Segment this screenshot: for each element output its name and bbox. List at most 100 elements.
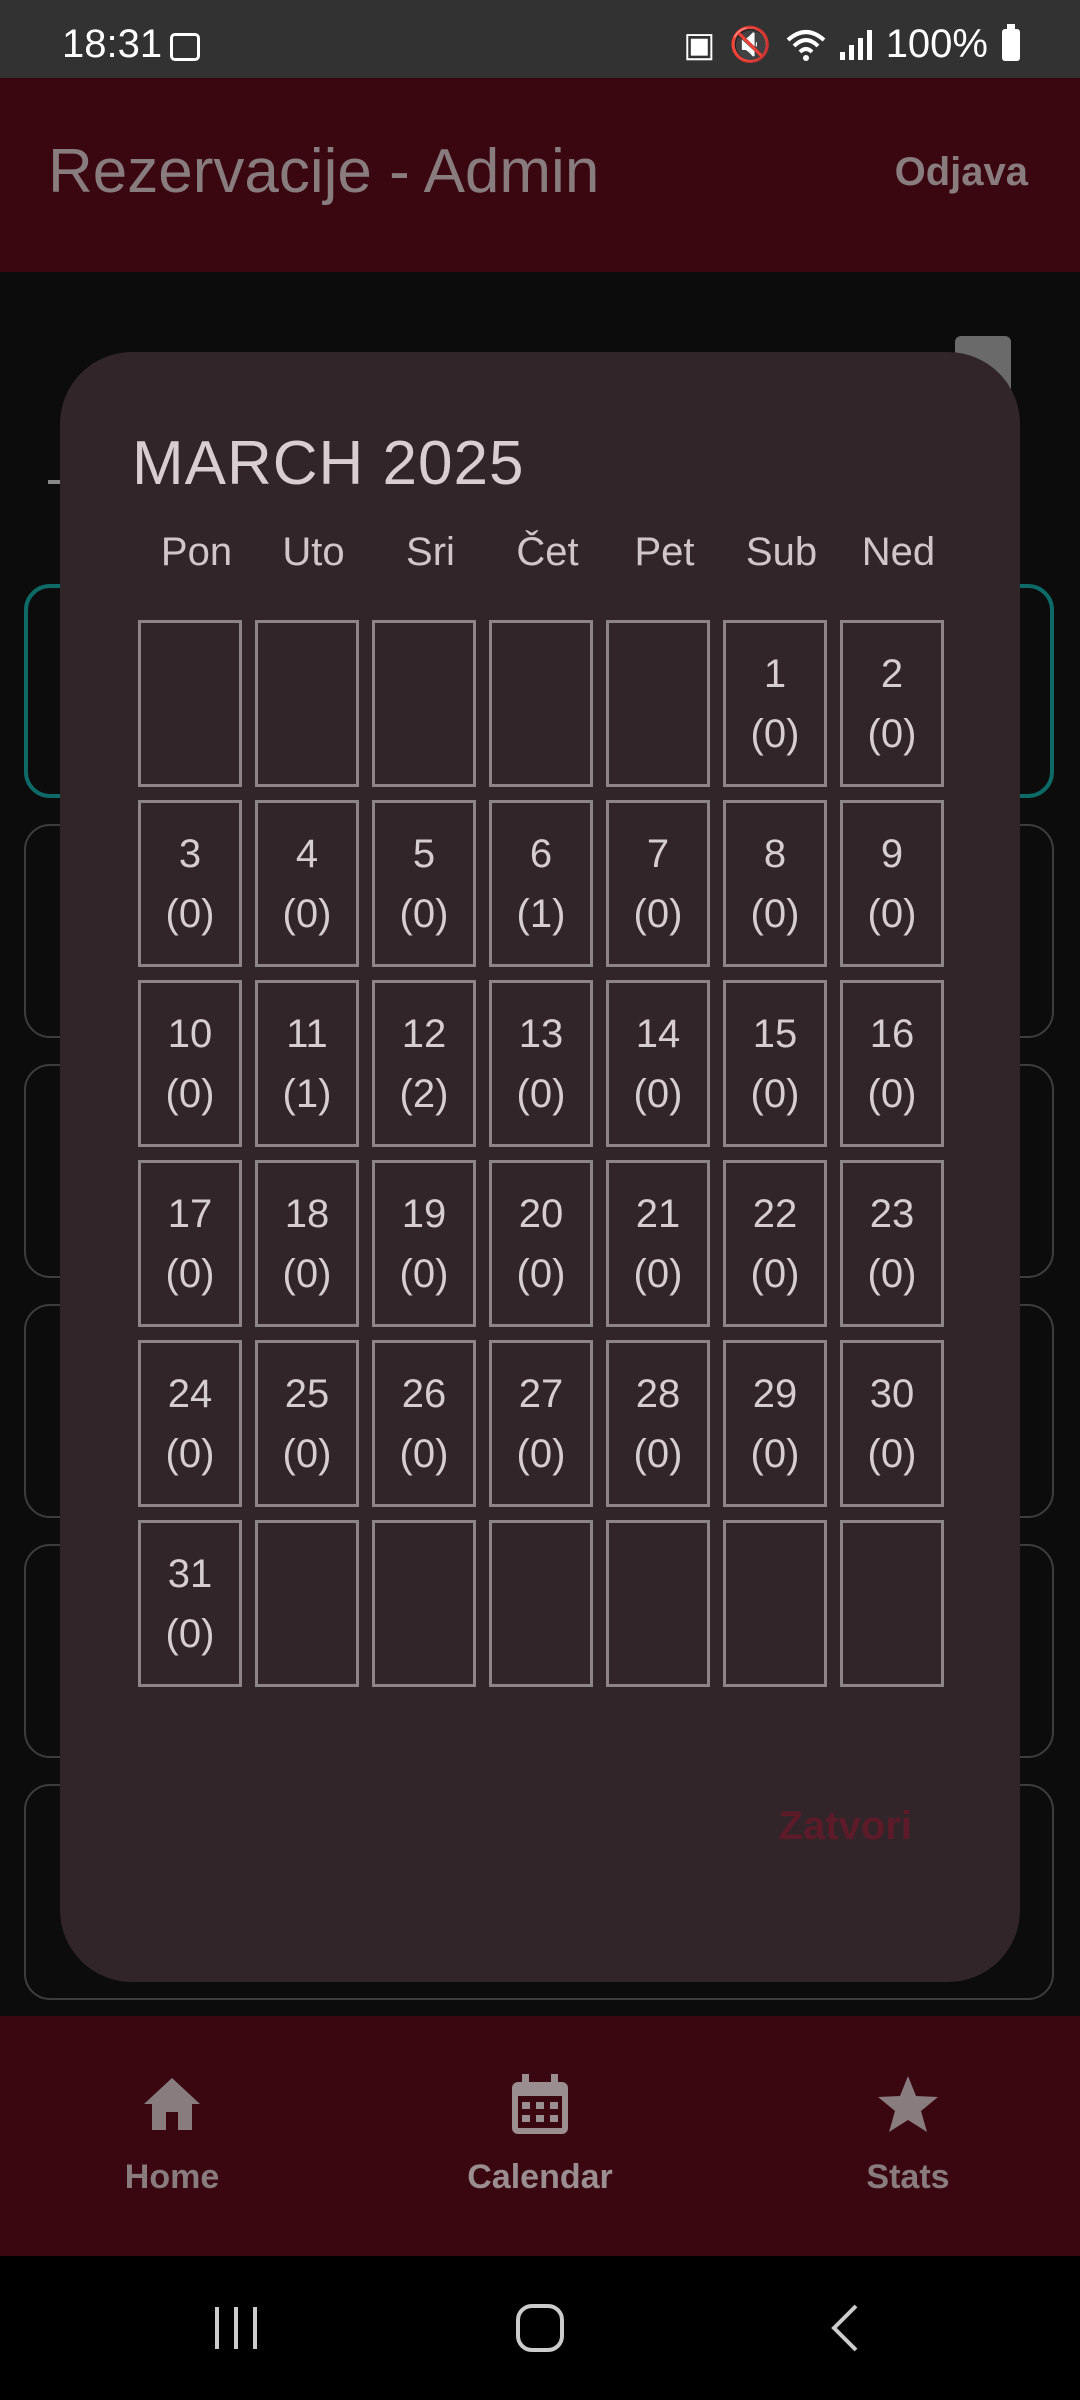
reservation-count: (0) [282,1251,332,1296]
day-number: 28 [635,1371,681,1416]
reservation-count: (0) [282,1431,332,1476]
reservation-count: (0) [282,891,332,936]
close-button[interactable]: Zatvori [779,1804,912,1849]
reservation-count: (0) [165,891,215,936]
calendar-week-row: 1 (0) 2 (0) [138,620,958,787]
reservation-count: (0) [165,1251,215,1296]
day-number: 27 [518,1371,564,1416]
calendar-empty-cell [489,620,593,787]
weekday-label: Ned [861,530,936,574]
calendar-day-cell[interactable]: 4 (0) [255,800,359,967]
day-number: 24 [167,1371,213,1416]
reservation-count: (0) [633,1251,683,1296]
calendar-week-row: 3 (0) 4 (0) 5 (0) 6 (1) 7 (0) 8 (0) 9 (0) [138,800,958,967]
calendar-empty-cell [138,620,242,787]
weekday-label: Sub [745,530,818,574]
reservation-count: (0) [633,1431,683,1476]
weekday-label: Pet [634,530,695,574]
day-number: 29 [752,1371,798,1416]
day-number: 21 [635,1191,681,1236]
day-number: 3 [178,831,202,876]
calendar-day-cell[interactable]: 13 (0) [489,980,593,1147]
day-number: 7 [646,831,670,876]
calendar-day-cell[interactable]: 25 (0) [255,1340,359,1507]
calendar-day-cell[interactable]: 26 (0) [372,1340,476,1507]
calendar-day-cell[interactable]: 21 (0) [606,1160,710,1327]
calendar-empty-cell [255,620,359,787]
calendar-day-cell[interactable]: 24 (0) [138,1340,242,1507]
calendar-day-cell[interactable]: 10 (0) [138,980,242,1147]
reservation-count: (0) [516,1431,566,1476]
calendar-day-cell[interactable]: 9 (0) [840,800,944,967]
reservation-count: (1) [516,891,566,936]
day-number: 15 [752,1011,798,1056]
reservation-count: (0) [750,891,800,936]
reservation-count: (0) [165,1071,215,1116]
reservation-count: (2) [399,1071,449,1116]
calendar-empty-cell [255,1520,359,1687]
calendar-empty-cell [840,1520,944,1687]
calendar-day-cell[interactable]: 14 (0) [606,980,710,1147]
reservation-count: (0) [165,1431,215,1476]
reservation-count: (0) [750,1431,800,1476]
day-number: 25 [284,1371,330,1416]
calendar-empty-cell [372,1520,476,1687]
calendar-day-cell[interactable]: 12 (2) [372,980,476,1147]
calendar-empty-cell [723,1520,827,1687]
calendar-day-cell[interactable]: 28 (0) [606,1340,710,1507]
reservation-count: (0) [165,1611,215,1656]
reservation-count: (0) [516,1071,566,1116]
day-number: 8 [763,831,787,876]
calendar-day-cell[interactable]: 7 (0) [606,800,710,967]
calendar-day-cell[interactable]: 11 (1) [255,980,359,1147]
calendar-empty-cell [489,1520,593,1687]
day-number: 11 [286,1011,328,1056]
calendar-week-row: 31 (0) [138,1520,958,1687]
reservation-count: (0) [399,1431,449,1476]
day-number: 2 [880,651,904,696]
day-number: 1 [763,651,787,696]
calendar-day-cell[interactable]: 6 (1) [489,800,593,967]
day-number: 9 [880,831,904,876]
reservation-count: (0) [633,1071,683,1116]
reservation-count: (0) [399,891,449,936]
reservation-count: (0) [750,1251,800,1296]
calendar-day-cell[interactable]: 23 (0) [840,1160,944,1327]
calendar-day-cell[interactable]: 31 (0) [138,1520,242,1687]
day-number: 4 [295,831,319,876]
weekday-label: Čet [516,530,579,574]
calendar-day-cell[interactable]: 18 (0) [255,1160,359,1327]
reservation-count: (0) [867,1071,917,1116]
reservation-count: (0) [867,711,917,756]
day-number: 19 [401,1191,447,1236]
calendar-day-cell[interactable]: 27 (0) [489,1340,593,1507]
reservation-count: (0) [867,891,917,936]
calendar-day-cell[interactable]: 30 (0) [840,1340,944,1507]
calendar-day-cell[interactable]: 15 (0) [723,980,827,1147]
calendar-week-row: 10 (0) 11 (1) 12 (2) 13 (0) 14 (0) 15 (0) 16 (0) [138,980,958,1147]
weekday-label: Uto [282,530,345,574]
calendar-week-row: 24 (0) 25 (0) 26 (0) 27 (0) 28 (0) 29 (0) 30 (0) [138,1340,958,1507]
reservation-count: (0) [750,711,800,756]
day-number: 17 [167,1191,213,1236]
calendar-day-cell[interactable]: 17 (0) [138,1160,242,1327]
reservation-count: (0) [633,891,683,936]
calendar-day-cell[interactable]: 8 (0) [723,800,827,967]
day-number: 20 [518,1191,564,1236]
calendar-day-cell[interactable]: 19 (0) [372,1160,476,1327]
calendar-day-cell[interactable]: 2 (0) [840,620,944,787]
day-number: 16 [869,1011,915,1056]
weekday-header: Pon Uto Sri Čet Pet Sub Ned [138,530,958,575]
reservation-count: (0) [867,1251,917,1296]
day-number: 31 [167,1551,213,1596]
calendar-day-cell[interactable]: 1 (0) [723,620,827,787]
calendar-day-cell[interactable]: 20 (0) [489,1160,593,1327]
calendar-grid: 1 (0) 2 (0) 3 (0) 4 (0) 5 (0) 6 (1) 7 (0) 8 (0) 9 (0) 10 (0… [138,620,958,1700]
calendar-day-cell[interactable]: 29 (0) [723,1340,827,1507]
calendar-day-cell[interactable]: 16 (0) [840,980,944,1147]
weekday-label: Sri [406,530,455,574]
calendar-day-cell[interactable]: 22 (0) [723,1160,827,1327]
calendar-day-cell[interactable]: 3 (0) [138,800,242,967]
calendar-day-cell[interactable]: 5 (0) [372,800,476,967]
day-number: 12 [401,1011,447,1056]
